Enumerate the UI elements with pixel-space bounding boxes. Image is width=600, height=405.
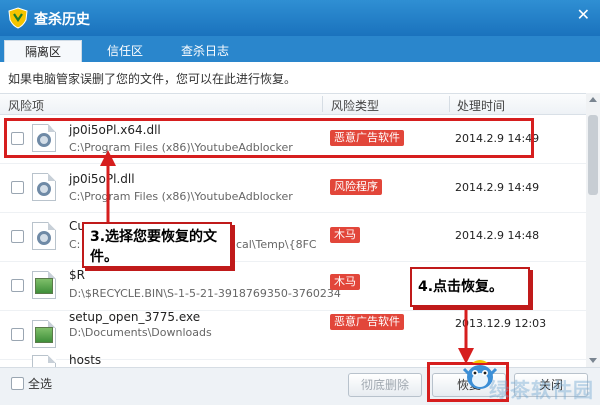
window-title: 查杀历史: [34, 12, 90, 28]
file-path: D:\$RECYCLE.BIN\S-1-5-21-3918769350-3760…: [69, 287, 341, 300]
tab-quarantine[interactable]: 隔离区: [4, 40, 82, 62]
file-icon: [32, 355, 56, 367]
file-name: jp0i5oPl.x64.dll: [69, 123, 161, 137]
select-all-checkbox[interactable]: [11, 377, 24, 390]
file-path-tail: cal\Temp\{8FC: [236, 238, 317, 251]
file-path: C:\Program Files (x86)\YoutubeAdblocker: [69, 190, 293, 203]
table-header: 风险项 风险类型 处理时间: [0, 93, 586, 115]
restore-hint-text: 如果电脑管家误删了您的文件，您可以在此进行恢复。: [8, 72, 297, 86]
row-checkbox[interactable]: [11, 230, 24, 243]
row-checkbox[interactable]: [11, 132, 24, 145]
close-icon[interactable]: ✕: [577, 5, 590, 24]
image-file-icon: [32, 271, 56, 299]
column-divider: [449, 96, 450, 112]
risk-type-badge: 恶意广告软件: [330, 130, 404, 146]
column-risk-item: 风险项: [8, 99, 45, 113]
gear-file-icon: [32, 124, 56, 152]
step3-callout: 3.选择您要恢复的文件。: [82, 222, 232, 268]
row-checkbox[interactable]: [11, 328, 24, 341]
risk-type-badge: 木马: [330, 274, 360, 290]
scroll-down-icon[interactable]: [589, 358, 597, 363]
watermark-text: 绿茶软件园: [489, 378, 594, 402]
gear-file-icon: [32, 222, 56, 250]
risk-type-badge: 风险程序: [330, 179, 382, 195]
risk-type-badge: 木马: [330, 227, 360, 243]
file-name: $R: [69, 268, 85, 282]
file-name: hosts: [69, 353, 102, 367]
gear-file-icon: [32, 173, 56, 201]
file-path: D:\Documents\Downloads: [69, 326, 212, 339]
title-bar: 查杀历史 ✕: [0, 0, 600, 36]
process-time: 2014.2.9 14:49: [455, 132, 540, 145]
permanent-delete-button[interactable]: 彻底删除: [348, 373, 422, 397]
risk-type-badge: 恶意广告软件: [330, 314, 404, 330]
tab-scan-log[interactable]: 查杀日志: [165, 40, 245, 62]
process-time: 2014.2.9 14:48: [455, 229, 540, 242]
tab-trust-zone[interactable]: 信任区: [90, 40, 160, 62]
column-risk-type: 风险类型: [331, 99, 380, 113]
tencent-guard-shield-icon: [8, 7, 28, 29]
file-name: setup_open_3775.exe: [69, 310, 201, 324]
image-file-icon: [32, 320, 56, 348]
column-time: 处理时间: [457, 99, 506, 113]
vertical-scrollbar[interactable]: [586, 93, 600, 367]
table-row[interactable]: jp0i5oPl.x64.dll C:\Program Files (x86)\…: [0, 115, 586, 164]
file-path: C:\Program Files (x86)\YoutubeAdblocker: [69, 141, 293, 154]
process-time: 2013.12.9 12:03: [455, 317, 547, 330]
row-checkbox[interactable]: [11, 181, 24, 194]
tab-bar: 隔离区 信任区 查杀日志: [0, 36, 600, 62]
file-name: jp0i5oPl.dll: [69, 172, 135, 186]
row-checkbox[interactable]: [11, 279, 24, 292]
scroll-thumb[interactable]: [588, 115, 598, 195]
table-row[interactable]: jp0i5oPl.dll C:\Program Files (x86)\Yout…: [0, 164, 586, 213]
process-time: 2014.2.9 14:49: [455, 181, 540, 194]
scroll-up-icon[interactable]: [589, 97, 597, 102]
select-all-label[interactable]: 全选: [28, 375, 52, 392]
column-divider: [322, 96, 323, 112]
step4-callout: 4.点击恢复。: [410, 267, 530, 307]
file-path: C:: [69, 238, 81, 251]
